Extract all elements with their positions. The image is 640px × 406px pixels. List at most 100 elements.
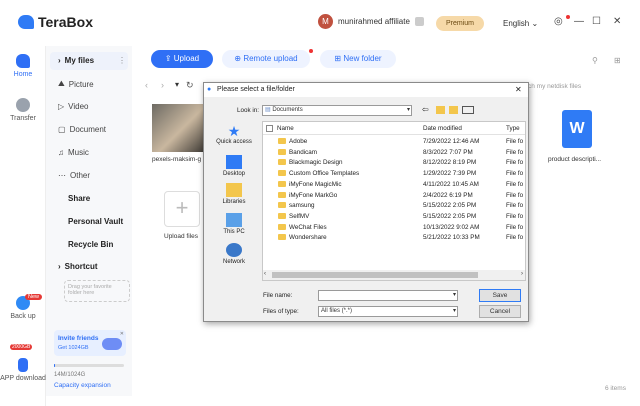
close-icon[interactable]: ✕ xyxy=(120,331,124,337)
select-all-checkbox[interactable] xyxy=(266,125,273,132)
close-button[interactable]: ✕ xyxy=(613,16,621,27)
upload-files-label[interactable]: Upload files xyxy=(164,233,198,240)
nav-desktop[interactable]: Desktop xyxy=(212,155,256,177)
maximize-button[interactable]: ☐ xyxy=(592,16,601,27)
shortcut-drop-zone[interactable]: Drag your favorite folder here xyxy=(64,280,130,302)
nav-libraries[interactable]: Libraries xyxy=(212,183,256,205)
document-icon: ▢ xyxy=(58,125,66,134)
row-name: SelfMV xyxy=(289,212,310,220)
sidebar-item-document[interactable]: ▢ Document xyxy=(58,125,106,134)
file-name[interactable]: pexels-maksim-g xyxy=(152,156,201,163)
user-menu[interactable]: M munirahmed affiliate xyxy=(318,14,424,29)
file-name-field[interactable]: ▾ xyxy=(318,290,458,301)
save-button[interactable]: Save xyxy=(479,289,521,302)
file-row[interactable]: SelfMV 5/15/2022 2:05 PM File fo xyxy=(263,212,525,221)
notification-dot xyxy=(566,15,570,19)
close-icon[interactable]: ✕ xyxy=(515,85,522,94)
file-row[interactable]: WeChat Files 10/13/2022 9:02 AM File fo xyxy=(263,223,525,232)
sidebar-item-picture[interactable]: ⛰ Picture xyxy=(58,79,94,89)
new-folder-button[interactable]: ⊞ New folder xyxy=(320,50,396,68)
file-name[interactable]: product descripti... xyxy=(548,156,601,163)
view-menu-icon[interactable] xyxy=(462,106,474,114)
row-date: 5/21/2022 10:33 PM xyxy=(423,234,480,242)
app-name: TeraBox xyxy=(38,14,93,30)
file-row[interactable]: Custom Office Templates 1/29/2022 7:39 PM… xyxy=(263,169,525,178)
file-row[interactable]: samsung 5/15/2022 2:05 PM File fo xyxy=(263,201,525,210)
scroll-right-icon[interactable]: › xyxy=(521,271,523,277)
photo-thumbnail[interactable] xyxy=(152,104,204,152)
cancel-button[interactable]: Cancel xyxy=(479,305,521,318)
file-row[interactable]: Bandicam 8/3/2022 7:07 PM File fo xyxy=(263,148,525,157)
computer-icon xyxy=(226,213,242,227)
music-icon: ♫ xyxy=(58,148,64,157)
rail-home[interactable]: Home xyxy=(0,54,46,78)
item-count: 6 items xyxy=(605,385,626,392)
upload-button[interactable]: ⇪ Upload xyxy=(151,50,213,68)
nav-network[interactable]: Network xyxy=(212,243,256,265)
remote-upload-button[interactable]: ⊕ Remote upload xyxy=(222,50,310,68)
folder-icon xyxy=(278,234,286,241)
up-folder-icon[interactable] xyxy=(436,106,445,114)
chevron-down-icon: ⌄ xyxy=(531,19,539,28)
column-date[interactable]: Date modified xyxy=(423,125,462,132)
grid-view-icon[interactable]: ⊞ xyxy=(614,56,621,65)
sidebar-item-my-files[interactable]: › My files xyxy=(58,56,94,65)
row-type: File fo xyxy=(506,159,524,167)
sidebar-item-music[interactable]: ♫ Music xyxy=(58,148,89,157)
upload-icon: ⇪ xyxy=(164,54,172,63)
row-name: Wondershare xyxy=(289,234,327,242)
more-icon[interactable]: ⋮ xyxy=(118,56,126,65)
search-input[interactable]: ch my netdisk files xyxy=(528,83,581,90)
folder-icon: ▤ xyxy=(265,107,271,113)
back-icon[interactable]: ⇦ xyxy=(422,105,429,114)
rail-transfer[interactable]: Transfer xyxy=(0,98,46,122)
sidebar-item-other[interactable]: ⋯ Other xyxy=(58,171,90,180)
settings-icon[interactable]: ◎ xyxy=(554,16,563,27)
column-type[interactable]: Type xyxy=(506,125,520,132)
chevron-down-icon[interactable]: ▾ xyxy=(175,80,179,89)
file-row[interactable]: Wondershare 5/21/2022 10:33 PM File fo xyxy=(263,233,525,242)
filter-icon[interactable]: ⚲ xyxy=(592,56,598,65)
capacity-expansion-link[interactable]: Capacity expansion xyxy=(54,382,111,389)
row-date: 2/4/2022 6:19 PM xyxy=(423,191,473,199)
sidebar-item-label: Shortcut xyxy=(64,262,98,271)
sidebar-item-personal-vault[interactable]: Personal Vault xyxy=(68,217,123,226)
word-document-icon[interactable]: W xyxy=(562,110,592,148)
back-icon[interactable]: ‹ xyxy=(145,80,148,90)
horizontal-scrollbar[interactable]: ‹ › xyxy=(263,270,525,280)
sidebar-item-video[interactable]: ▷ Video xyxy=(58,102,88,111)
minimize-button[interactable]: — xyxy=(574,16,584,27)
file-type-select[interactable]: All files (*.*) ▾ xyxy=(318,306,458,317)
file-row[interactable]: Adobe 7/29/2022 12:46 AM File fo xyxy=(263,137,525,146)
folder-icon xyxy=(278,148,286,155)
file-row[interactable]: iMyFone MarkGo 2/4/2022 6:19 PM File fo xyxy=(263,191,525,200)
file-row[interactable]: Blackmagic Design 8/12/2022 8:19 PM File f… xyxy=(263,158,525,167)
new-folder-icon[interactable] xyxy=(449,106,458,114)
look-in-select[interactable]: ▤ Documents ▾ xyxy=(262,105,412,116)
sidebar-item-share[interactable]: Share xyxy=(68,194,90,203)
scroll-left-icon[interactable]: ‹ xyxy=(264,271,266,277)
ellipsis-icon: ⋯ xyxy=(58,171,66,180)
new-badge: New xyxy=(25,294,43,300)
add-icon[interactable]: + xyxy=(164,191,200,227)
chevron-right-icon: › xyxy=(58,262,61,271)
language-selector[interactable]: English ⌄ xyxy=(503,19,538,28)
forward-icon[interactable]: › xyxy=(161,80,164,90)
scroll-thumb[interactable] xyxy=(272,272,478,278)
nav-quick-access[interactable]: ★ Quick access xyxy=(212,123,256,145)
folder-icon xyxy=(278,138,286,144)
file-list[interactable]: Name Date modified Type Adobe 7/29/2022 1… xyxy=(262,121,526,281)
row-type: File fo xyxy=(506,170,524,178)
sidebar-item-recycle-bin[interactable]: Recycle Bin xyxy=(68,240,113,249)
refresh-icon[interactable]: ↻ xyxy=(186,80,194,91)
invite-friends-banner[interactable]: Invite friends Get 1024GB ✕ xyxy=(54,330,126,356)
premium-button[interactable]: Premium xyxy=(436,16,484,31)
rail-app-download[interactable]: APP download xyxy=(0,358,46,382)
sidebar-item-shortcut[interactable]: › Shortcut xyxy=(58,262,98,271)
column-name[interactable]: Name xyxy=(277,125,294,132)
file-row[interactable]: iMyFone MagicMic 4/11/2022 10:45 AM File f… xyxy=(263,180,525,189)
folder-plus-icon: ⊞ xyxy=(334,54,342,63)
nav-this-pc[interactable]: This PC xyxy=(212,213,256,235)
look-in-label: Look in: xyxy=(237,107,260,114)
row-name: Custom Office Templates xyxy=(289,170,360,178)
